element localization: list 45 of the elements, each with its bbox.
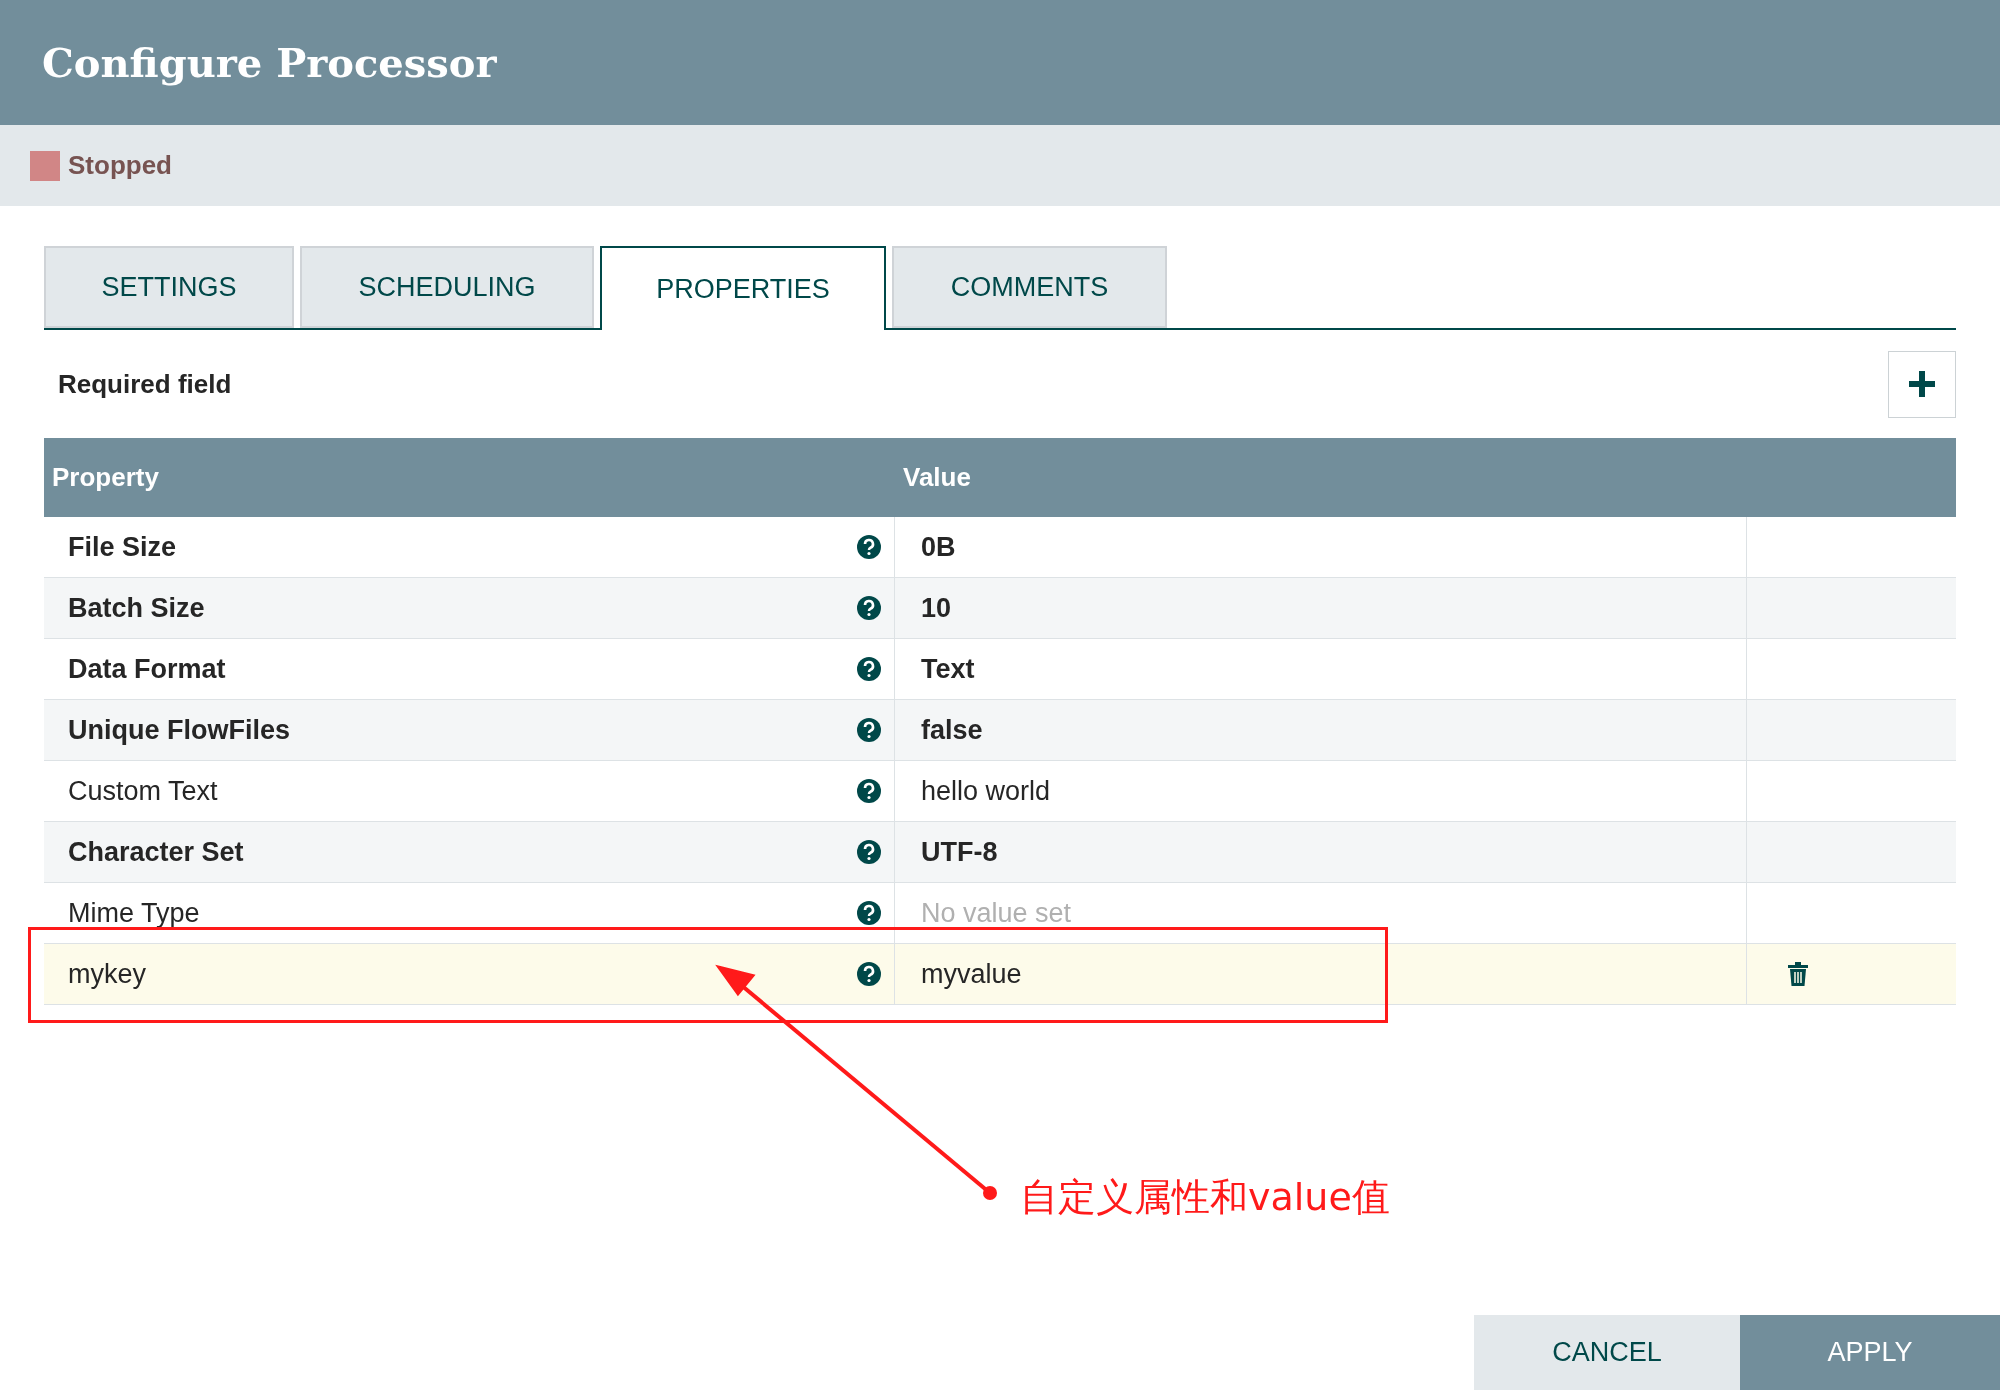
property-value[interactable]: hello world [895,761,1747,821]
required-field-note: Required field [58,368,232,400]
cancel-button[interactable]: CANCEL [1474,1315,1740,1390]
status-text: Stopped [68,150,172,181]
help-icon[interactable] [856,656,882,682]
property-name: Data Format [68,653,226,685]
help-icon[interactable] [856,717,882,743]
tab[interactable]: SCHEDULING [300,246,594,328]
property-value[interactable]: Text [895,639,1747,699]
property-row[interactable]: mykey myvalue [44,944,1956,1005]
help-icon[interactable] [856,595,882,621]
tab[interactable]: COMMENTS [892,246,1167,328]
property-value[interactable]: myvalue [895,944,1747,1004]
property-name: File Size [68,531,177,563]
help-icon[interactable] [856,900,882,926]
property-name: Unique FlowFiles [68,714,290,746]
column-header: Value [902,462,972,493]
plus-icon [1907,369,1937,399]
property-row[interactable]: Mime Type No value set [44,883,1956,944]
property-name: Batch Size [68,592,205,624]
delete-icon[interactable] [1787,962,1809,986]
annotation-text: 自定义属性和value值 [1020,1174,1390,1221]
property-name: Custom Text [68,775,218,807]
property-row[interactable]: Batch Size 10 [44,578,1956,639]
help-icon[interactable] [856,961,882,987]
property-value[interactable]: 10 [895,578,1747,638]
property-row[interactable]: Unique FlowFiles false [44,700,1956,761]
property-value[interactable]: 0B [895,517,1747,577]
property-value[interactable]: UTF-8 [895,822,1747,882]
property-row[interactable]: File Size 0B [44,517,1956,578]
help-icon[interactable] [856,778,882,804]
property-name: Mime Type [68,897,200,929]
property-row[interactable]: Character Set UTF-8 [44,822,1956,883]
tab[interactable]: SETTINGS [44,246,294,328]
help-icon[interactable] [856,534,882,560]
property-name: Character Set [68,836,244,868]
window-title: Configure Processor [42,39,497,86]
property-row[interactable]: Custom Text hello world [44,761,1956,822]
tab[interactable]: PROPERTIES [600,246,886,330]
column-header: Property [51,462,160,493]
add-property-button[interactable] [1888,350,1956,418]
help-icon[interactable] [856,839,882,865]
property-value[interactable]: false [895,700,1747,760]
property-name: mykey [68,958,146,990]
property-row[interactable]: Data Format Text [44,639,1956,700]
